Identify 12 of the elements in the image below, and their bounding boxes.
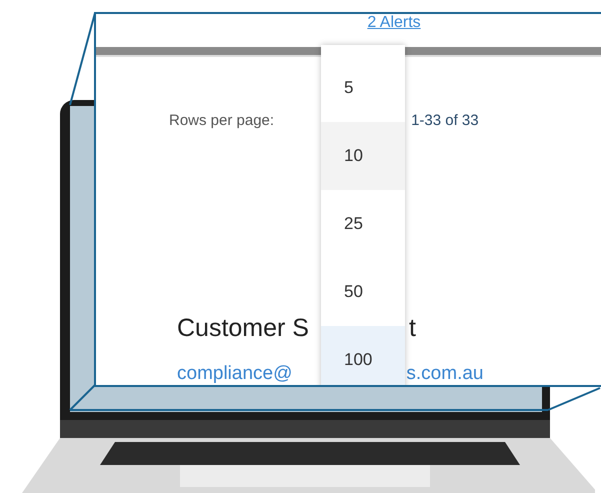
- page-range: 1-33 of 33: [411, 110, 479, 131]
- menu-option[interactable]: 100: [321, 326, 405, 385]
- menu-option[interactable]: 25: [321, 190, 405, 258]
- rows-per-page-label: Rows per page:: [169, 110, 274, 131]
- menu-option[interactable]: 5: [321, 54, 405, 122]
- menu-option[interactable]: 10: [321, 122, 405, 190]
- menu-option[interactable]: 50: [321, 258, 405, 326]
- heading-text: t: [408, 313, 416, 343]
- email-link[interactable]: s.com.au: [406, 363, 484, 385]
- heading-text: Customer S: [177, 313, 309, 343]
- email-link[interactable]: compliance@: [177, 363, 292, 385]
- alerts-link[interactable]: 2 Alerts: [367, 14, 421, 32]
